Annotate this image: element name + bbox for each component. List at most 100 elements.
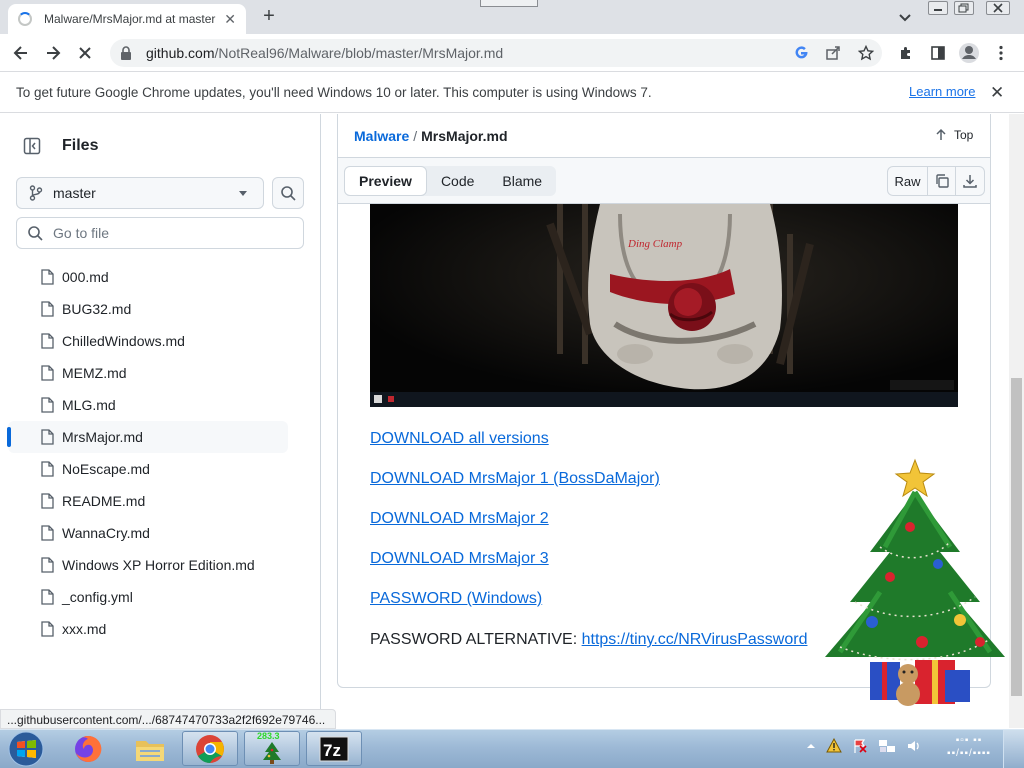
network-icon[interactable] (878, 738, 896, 754)
window-drag-handle[interactable] (480, 0, 538, 7)
arrow-up-icon (936, 128, 946, 140)
password-alt-label: PASSWORD ALTERNATIVE: (370, 631, 578, 648)
file-item[interactable]: README.md (8, 485, 288, 517)
file-item[interactable]: _config.yml (8, 581, 288, 613)
file-icon (41, 397, 54, 413)
file-icon (41, 429, 54, 445)
back-button[interactable] (10, 42, 32, 64)
address-bar[interactable]: github.com/NotReal96/Malware/blob/master… (110, 39, 882, 67)
file-icon (41, 365, 54, 381)
file-name: NoEscape.md (62, 461, 150, 477)
download-mrsmajor2-link[interactable]: DOWNLOAD MrsMajor 2 (370, 510, 660, 550)
copy-button[interactable] (928, 167, 956, 195)
file-item[interactable]: WannaCry.md (8, 517, 288, 549)
breadcrumb-repo-link[interactable]: Malware (354, 128, 409, 144)
taskbar-tree-gadget[interactable]: 283.3 (244, 731, 300, 766)
collapse-sidebar-icon[interactable] (16, 130, 48, 162)
taskbar-explorer[interactable] (122, 731, 178, 766)
download-all-link[interactable]: DOWNLOAD all versions (370, 430, 660, 470)
lock-icon[interactable] (120, 46, 132, 60)
file-item-active[interactable]: MrsMajor.md (7, 421, 288, 453)
file-item[interactable]: ChilledWindows.md (8, 325, 288, 357)
stop-loading-button[interactable] (74, 42, 96, 64)
go-to-file-field[interactable] (16, 217, 304, 249)
file-item[interactable]: 000.md (8, 261, 288, 293)
files-header: Files (16, 130, 98, 162)
password-alternative: PASSWORD ALTERNATIVE: https://tiny.cc/NR… (370, 631, 807, 649)
go-to-file-input[interactable] (53, 225, 273, 241)
file-icon (41, 269, 54, 285)
google-lens-icon[interactable] (790, 42, 812, 64)
download-mrsmajor3-link[interactable]: DOWNLOAD MrsMajor 3 (370, 550, 660, 590)
tray-clock[interactable]: ▪▫▪ ▪▪ ▪▪/▪▪/▪▪▪▪ (940, 734, 998, 760)
search-icon (281, 186, 296, 201)
file-name: xxx.md (62, 621, 107, 637)
tab-blame[interactable]: Blame (488, 166, 556, 196)
taskbar-chrome[interactable] (182, 731, 238, 766)
action-center-icon[interactable] (852, 738, 868, 754)
file-icon (41, 589, 54, 605)
update-info-bar: To get future Google Chrome updates, you… (0, 72, 1024, 113)
bookmark-star-icon[interactable] (855, 42, 877, 64)
file-icon (41, 493, 54, 509)
tab-search-chevron-icon[interactable] (896, 8, 914, 26)
status-bubble-url: ...githubusercontent.com/.../68747470733… (0, 709, 336, 729)
download-icon (963, 175, 977, 188)
file-name: Windows XP Horror Edition.md (62, 557, 255, 573)
file-icon (41, 301, 54, 317)
7zip-icon: 7z (319, 736, 349, 761)
copy-icon (935, 174, 949, 188)
tab-close-icon[interactable]: ✕ (224, 11, 236, 28)
profile-avatar-icon[interactable] (958, 42, 980, 64)
start-button[interactable] (4, 730, 48, 768)
search-files-button[interactable] (272, 177, 304, 209)
extensions-puzzle-icon[interactable] (895, 42, 917, 64)
gadget-counter: 283.3 (257, 730, 280, 741)
taskbar-firefox[interactable] (60, 731, 116, 766)
chrome-menu-icon[interactable] (990, 42, 1012, 64)
file-item[interactable]: MLG.md (8, 389, 288, 421)
system-tray (806, 738, 922, 754)
window-close-button[interactable] (986, 1, 1010, 15)
password-windows-link[interactable]: PASSWORD (Windows) (370, 590, 660, 630)
password-alt-link[interactable]: https://tiny.cc/NRVirusPassword (582, 631, 808, 648)
browser-tab[interactable]: Malware/MrsMajor.md at master ✕ (8, 4, 246, 34)
top-button[interactable]: Top (934, 128, 973, 142)
christmas-tree-gadget[interactable] (810, 452, 1010, 710)
file-item[interactable]: xxx.md (8, 613, 288, 645)
file-item[interactable]: Windows XP Horror Edition.md (8, 549, 288, 581)
scrollbar-thumb[interactable] (1011, 378, 1022, 696)
taskbar-7zip[interactable]: 7z (306, 731, 362, 766)
new-tab-button[interactable]: + (258, 6, 280, 28)
breadcrumb-separator: / (413, 128, 418, 144)
file-item[interactable]: NoEscape.md (8, 453, 288, 485)
download-button[interactable] (956, 167, 984, 195)
file-name: WannaCry.md (62, 525, 150, 541)
breadcrumb: Malware / MrsMajor.md (354, 128, 508, 144)
file-item[interactable]: MEMZ.md (8, 357, 288, 389)
download-mrsmajor1-link[interactable]: DOWNLOAD MrsMajor 1 (BossDaMajor) (370, 470, 660, 510)
file-icon (41, 621, 54, 637)
restore-button[interactable] (954, 1, 974, 15)
file-name: MEMZ.md (62, 365, 127, 381)
volume-icon[interactable] (906, 738, 922, 754)
tab-code[interactable]: Code (427, 166, 488, 196)
url-text[interactable]: github.com/NotReal96/Malware/blob/master… (146, 45, 503, 61)
file-item[interactable]: BUG32.md (8, 293, 288, 325)
tab-preview[interactable]: Preview (344, 166, 427, 196)
raw-button[interactable]: Raw (888, 167, 928, 195)
show-desktop-button[interactable] (1003, 730, 1024, 768)
minimize-button[interactable] (928, 1, 948, 15)
forward-button[interactable] (42, 42, 64, 64)
hero-overlay-text: Ding Clamp (627, 238, 683, 250)
branch-selector[interactable]: master (16, 177, 264, 209)
side-panel-icon[interactable] (927, 42, 949, 64)
file-name: _config.yml (62, 589, 133, 605)
share-icon[interactable] (822, 42, 844, 64)
warning-flag-icon[interactable] (826, 738, 842, 754)
search-icon (28, 226, 43, 241)
learn-more-link[interactable]: Learn more (909, 84, 975, 99)
show-hidden-icons-icon[interactable] (806, 741, 816, 751)
info-bar-close-icon[interactable]: ✕ (990, 83, 1004, 103)
file-name: MrsMajor.md (62, 429, 143, 445)
